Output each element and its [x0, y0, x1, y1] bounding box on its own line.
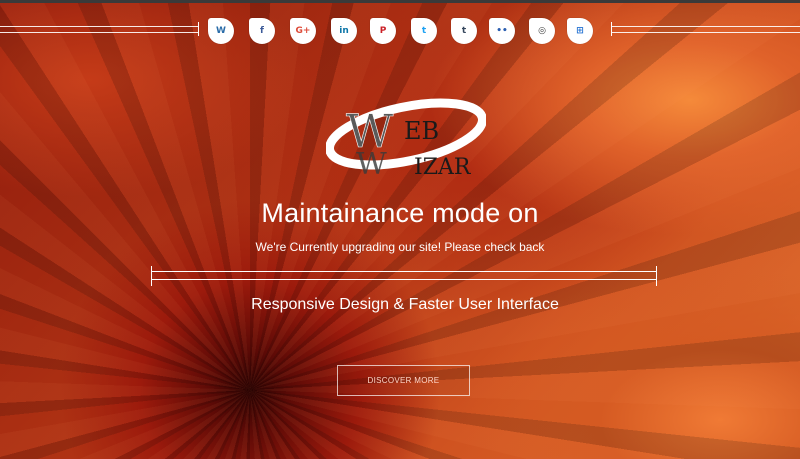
flickr-link[interactable]: ••	[489, 18, 515, 44]
google-plus-icon: G+	[295, 25, 311, 36]
facebook-link[interactable]: f	[249, 18, 275, 44]
header-tick-left	[198, 22, 199, 36]
wordpress-icon: W	[216, 25, 226, 36]
header-line-right-bottom	[611, 32, 800, 33]
facebook-icon: f	[260, 25, 264, 36]
pinterest-link[interactable]: P	[370, 18, 396, 44]
section-divider	[151, 266, 657, 286]
page-subtitle: We're Currently upgrading our site! Plea…	[255, 240, 545, 254]
google-plus-link[interactable]: G+	[290, 18, 316, 44]
logo-text-eb: EB	[404, 117, 439, 145]
tumblr-icon: t	[461, 25, 467, 36]
instagram-icon: ◎	[538, 25, 546, 36]
windows-icon: ⊞	[576, 25, 584, 36]
header-line-right-top	[611, 26, 800, 27]
tagline: Responsive Design & Faster User Interfac…	[251, 296, 559, 313]
wordpress-link[interactable]: W	[208, 18, 234, 44]
discover-more-button[interactable]: DISCOVER MORE	[337, 365, 470, 396]
twitter-link[interactable]: t	[411, 18, 437, 44]
instagram-link[interactable]: ◎	[529, 18, 555, 44]
header-tick-right	[611, 22, 612, 36]
logo-text-izar: IZAR	[414, 155, 472, 180]
linkedin-link[interactable]: in	[331, 18, 357, 44]
top-border	[0, 0, 800, 3]
webwizar-logo: W EB W IZAR	[326, 98, 486, 182]
logo-letter-w2: W	[356, 147, 387, 182]
tumblr-link[interactable]: t	[451, 18, 477, 44]
twitter-icon: t	[421, 25, 427, 36]
page-title: Maintainance mode on	[261, 198, 539, 228]
header-line-left-bottom	[0, 32, 198, 33]
pinterest-icon: P	[379, 25, 387, 36]
linkedin-icon: in	[339, 25, 349, 36]
windows-link[interactable]: ⊞	[567, 18, 593, 44]
flickr-icon: ••	[496, 25, 508, 36]
header-line-left-top	[0, 26, 198, 27]
